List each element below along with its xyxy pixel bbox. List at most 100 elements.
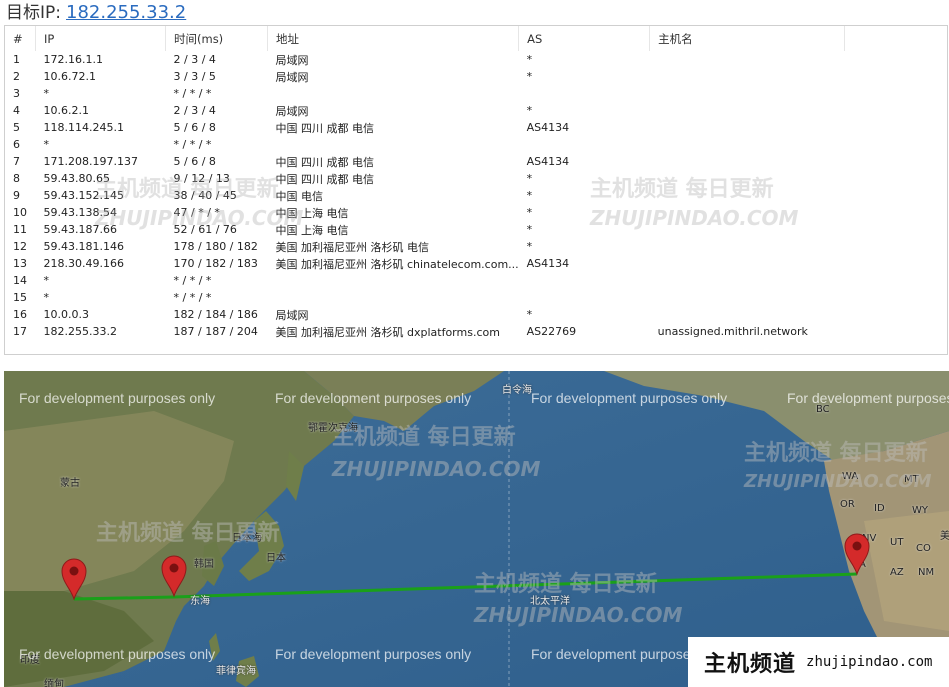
cell-empty — [845, 102, 944, 119]
cell-ip: 10.6.72.1 — [43, 70, 96, 83]
target-ip-link[interactable]: 182.255.33.2 — [66, 2, 186, 23]
table-row[interactable]: 9 59.43.152.145 38 / 40 / 45 中国 电信 * — [5, 187, 943, 204]
table-row[interactable]: 1 172.16.1.1 2 / 3 / 4 局域网 * — [5, 51, 943, 68]
cell-address: 局域网 — [275, 308, 309, 322]
cell-address: 局域网 — [275, 104, 309, 118]
cell-hostname — [650, 187, 845, 204]
table-row[interactable]: 17 182.255.33.2 187 / 187 / 204 美国 加利福尼亚州 洛… — [5, 323, 943, 340]
cell-empty — [845, 255, 944, 272]
cell-as: AS4134 — [526, 121, 570, 134]
map-label-mt: MT — [904, 474, 919, 485]
cell-hostname — [650, 85, 845, 102]
column-header-hop[interactable]: # — [5, 26, 36, 51]
cell-hostname: unassigned.mithril.network — [657, 325, 808, 338]
cell-hop: 9 — [13, 189, 20, 202]
column-header-time[interactable]: 时间(ms) — [165, 26, 268, 51]
map-pin-chengdu[interactable] — [60, 556, 88, 600]
cell-hop: 17 — [13, 325, 27, 338]
table-row[interactable]: 13 218.30.49.166 170 / 182 / 183 美国 加利福尼亚州 … — [5, 255, 943, 272]
column-header-address[interactable]: 地址 — [267, 26, 520, 51]
table-row[interactable]: 15 * * / * / * — [5, 289, 943, 306]
cell-ip: * — [43, 291, 50, 304]
cell-address: 中国 上海 电信 — [275, 206, 349, 220]
cell-hop: 4 — [13, 104, 20, 117]
cell-hostname — [650, 306, 845, 323]
cell-hop: 5 — [13, 121, 20, 134]
cell-time: * / * / * — [173, 138, 212, 151]
brand-domain: zhujipindao.com — [806, 654, 933, 670]
cell-hostname — [650, 221, 845, 238]
cell-time: 52 / 61 / 76 — [173, 223, 237, 236]
map-label-mongolia: 蒙古 — [60, 478, 80, 489]
target-ip-header: 目标IP: 182.255.33.2 — [6, 1, 186, 25]
column-header-hostname[interactable]: 主机名 — [649, 26, 846, 51]
map-label-bering-sea: 白令海 — [502, 385, 532, 396]
map-label-philippine-sea: 菲律宾海 — [216, 666, 256, 677]
table-row[interactable]: 10 59.43.138.54 47 / * / * 中国 上海 电信 * — [5, 204, 943, 221]
cell-address — [268, 289, 519, 306]
table-row[interactable]: 5 118.114.245.1 5 / 6 / 8 中国 四川 成都 电信 AS4134 — [5, 119, 943, 136]
cell-empty — [845, 289, 944, 306]
traceroute-table-panel: # IP 时间(ms) 地址 AS 主机名 1 172.16.1.1 2 / 3 /… — [4, 25, 948, 355]
table-row[interactable]: 8 59.43.80.65 9 / 12 / 13 中国 四川 成都 电信 * — [5, 170, 943, 187]
cell-as: AS22769 — [526, 325, 577, 338]
cell-ip: 10.6.2.1 — [43, 104, 89, 117]
cell-hop: 15 — [13, 291, 27, 304]
cell-time: 5 / 6 / 8 — [173, 121, 216, 134]
cell-ip: 218.30.49.166 — [43, 257, 124, 270]
cell-time: 9 / 12 / 13 — [173, 172, 230, 185]
cell-address — [268, 272, 519, 289]
map-label-myanmar: 缅甸 — [44, 679, 64, 687]
cell-empty — [845, 238, 944, 255]
map-label-sea-of-okhotsk: 鄂霍次克海 — [308, 423, 358, 434]
table-row[interactable]: 4 10.6.2.1 2 / 3 / 4 局域网 * — [5, 102, 943, 119]
table-row[interactable]: 11 59.43.187.66 52 / 61 / 76 中国 上海 电信 * — [5, 221, 943, 238]
cell-hostname — [650, 255, 845, 272]
cell-ip: 59.43.152.145 — [43, 189, 124, 202]
cell-time: * / * / * — [173, 87, 212, 100]
map-label-nm: NM — [918, 567, 935, 578]
table-row[interactable]: 12 59.43.181.146 178 / 180 / 182 美国 加利福尼亚州 … — [5, 238, 943, 255]
cell-empty — [845, 323, 944, 340]
map-label-ut: UT — [890, 537, 904, 548]
cell-hostname — [650, 102, 845, 119]
cell-time: 38 / 40 / 45 — [173, 189, 237, 202]
table-row[interactable]: 6 * * / * / * — [5, 136, 943, 153]
table-row[interactable]: 3 * * / * / * — [5, 85, 943, 102]
cell-address: 美国 加利福尼亚州 洛杉矶 chinatelecom.com... — [275, 257, 519, 271]
map-label-japan: 日本 — [266, 553, 286, 564]
cell-empty — [845, 204, 944, 221]
cell-address — [268, 85, 519, 102]
cell-as: * — [526, 308, 533, 321]
cell-address: 局域网 — [275, 53, 309, 67]
cell-as: AS4134 — [526, 257, 570, 270]
column-header-ip[interactable]: IP — [35, 26, 166, 51]
cell-as: AS4134 — [526, 155, 570, 168]
column-header-as[interactable]: AS — [518, 26, 651, 51]
cell-as: * — [526, 172, 533, 185]
cell-empty — [845, 85, 944, 102]
cell-empty — [845, 170, 944, 187]
cell-ip: 10.0.0.3 — [43, 308, 89, 321]
cell-hop: 10 — [13, 206, 27, 219]
cell-hop: 6 — [13, 138, 20, 151]
map-label-north-pacific: 北太平洋 — [530, 596, 570, 607]
map-label-sea-of-japan: 日本海 — [232, 533, 262, 544]
cell-hop: 12 — [13, 240, 27, 253]
table-row[interactable]: 7 171.208.197.137 5 / 6 / 8 中国 四川 成都 电信 AS41… — [5, 153, 943, 170]
table-row[interactable]: 16 10.0.0.3 182 / 184 / 186 局域网 * — [5, 306, 943, 323]
brand-name-cn: 主机频道 — [704, 652, 797, 677]
map-label-co: CO — [916, 543, 931, 554]
map-label-az: AZ — [890, 567, 904, 578]
table-row[interactable]: 2 10.6.72.1 3 / 3 / 5 局域网 * — [5, 68, 943, 85]
map-pin-los-angeles[interactable] — [843, 531, 871, 575]
cell-time: 2 / 3 / 4 — [173, 53, 216, 66]
cell-as: * — [526, 53, 533, 66]
cell-hostname — [650, 153, 845, 170]
cell-as — [519, 136, 650, 153]
cell-empty — [845, 306, 944, 323]
map-label-east-china-sea: 东海 — [190, 596, 210, 607]
map-pin-shanghai[interactable] — [160, 553, 188, 597]
cell-ip: 172.16.1.1 — [43, 53, 103, 66]
table-row[interactable]: 14 * * / * / * — [5, 272, 943, 289]
